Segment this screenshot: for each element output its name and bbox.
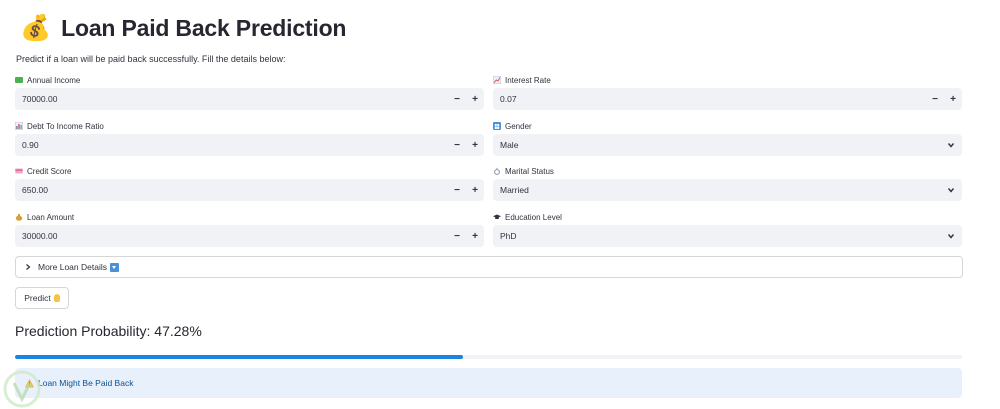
interest-rate-value[interactable]: 0.07	[493, 94, 926, 104]
money-icon	[15, 77, 23, 83]
gender-select[interactable]: Male	[493, 134, 962, 156]
annual-income-field: Annual Income 70000.00 − +	[15, 72, 484, 110]
debt-to-income-input[interactable]: 0.90 − +	[15, 134, 484, 156]
people-icon	[493, 122, 501, 130]
loan-amount-label: Loan Amount	[27, 212, 75, 222]
down-arrow-icon	[109, 262, 119, 272]
ring-icon	[494, 167, 500, 175]
education-level-field: Education Level PhD	[493, 209, 962, 247]
credit-score-decrement-button[interactable]: −	[448, 179, 466, 201]
interest-rate-input[interactable]: 0.07 − +	[493, 88, 962, 110]
loan-amount-input[interactable]: 30000.00 − +	[15, 225, 484, 247]
loan-amount-increment-button[interactable]: +	[466, 225, 484, 247]
light-bulb-icon	[53, 294, 60, 302]
debt-to-income-decrement-button[interactable]: −	[448, 134, 466, 156]
credit-score-field: Credit Score 650.00 − +	[15, 163, 484, 201]
credit-card-icon	[15, 168, 23, 174]
interest-rate-field: Interest Rate 0.07 − +	[493, 72, 962, 110]
chevron-down-icon[interactable]	[946, 231, 956, 241]
education-level-value[interactable]: PhD	[493, 231, 946, 241]
chevron-down-icon[interactable]	[946, 185, 956, 195]
credit-score-value[interactable]: 650.00	[15, 185, 448, 195]
loan-amount-decrement-button[interactable]: −	[448, 225, 466, 247]
page-title: Loan Paid Back Prediction	[61, 14, 347, 41]
loan-amount-value[interactable]: 30000.00	[15, 231, 448, 241]
annual-income-decrement-button[interactable]: −	[448, 88, 466, 110]
money-bag-icon: 💰	[20, 13, 52, 42]
progress-fill	[15, 355, 463, 359]
prediction-result-alert: Loan Might Be Paid Back	[15, 368, 962, 398]
interest-rate-decrement-button[interactable]: −	[926, 88, 944, 110]
annual-income-label: Annual Income	[27, 75, 81, 85]
predict-button[interactable]: Predict	[15, 287, 69, 309]
graduation-cap-icon	[493, 214, 501, 219]
prediction-result-message: Loan Might Be Paid Back	[38, 378, 134, 388]
annual-income-increment-button[interactable]: +	[466, 88, 484, 110]
chevron-right-icon[interactable]	[24, 263, 32, 271]
debt-to-income-field: Debt To Income Ratio 0.90 − +	[15, 118, 484, 156]
interest-rate-label: Interest Rate	[505, 75, 551, 85]
credit-score-label: Credit Score	[27, 166, 72, 176]
probability-progress-bar	[15, 355, 962, 359]
page-subtitle: Predict if a loan will be paid back succ…	[16, 54, 286, 64]
money-bag-icon	[15, 214, 23, 221]
more-loan-details-expander[interactable]: More Loan Details	[15, 256, 963, 278]
annual-income-input[interactable]: 70000.00 − +	[15, 88, 484, 110]
page-header: 💰 Loan Paid Back Prediction	[20, 10, 346, 46]
credit-score-input[interactable]: 650.00 − +	[15, 179, 484, 201]
gender-field: Gender Male	[493, 118, 962, 156]
expander-label[interactable]: More Loan Details	[38, 262, 107, 272]
marital-status-label: Marital Status	[505, 166, 554, 176]
prediction-probability-heading: Prediction Probability: 47.28%	[15, 323, 202, 339]
bar-chart-icon	[15, 122, 23, 130]
interest-rate-increment-button[interactable]: +	[944, 88, 962, 110]
education-level-select[interactable]: PhD	[493, 225, 962, 247]
gender-value[interactable]: Male	[493, 140, 946, 150]
marital-status-select[interactable]: Married	[493, 179, 962, 201]
logo-watermark-icon	[3, 370, 41, 408]
debt-to-income-increment-button[interactable]: +	[466, 134, 484, 156]
marital-status-value[interactable]: Married	[493, 185, 946, 195]
predict-button-label[interactable]: Predict	[24, 293, 50, 303]
credit-score-increment-button[interactable]: +	[466, 179, 484, 201]
chart-up-icon	[493, 76, 501, 84]
annual-income-value[interactable]: 70000.00	[15, 94, 448, 104]
chevron-down-icon[interactable]	[946, 140, 956, 150]
debt-to-income-value[interactable]: 0.90	[15, 140, 448, 150]
gender-label: Gender	[505, 121, 532, 131]
education-level-label: Education Level	[505, 212, 562, 222]
debt-to-income-label: Debt To Income Ratio	[27, 121, 104, 131]
marital-status-field: Marital Status Married	[493, 163, 962, 201]
loan-amount-field: Loan Amount 30000.00 − +	[15, 209, 484, 247]
